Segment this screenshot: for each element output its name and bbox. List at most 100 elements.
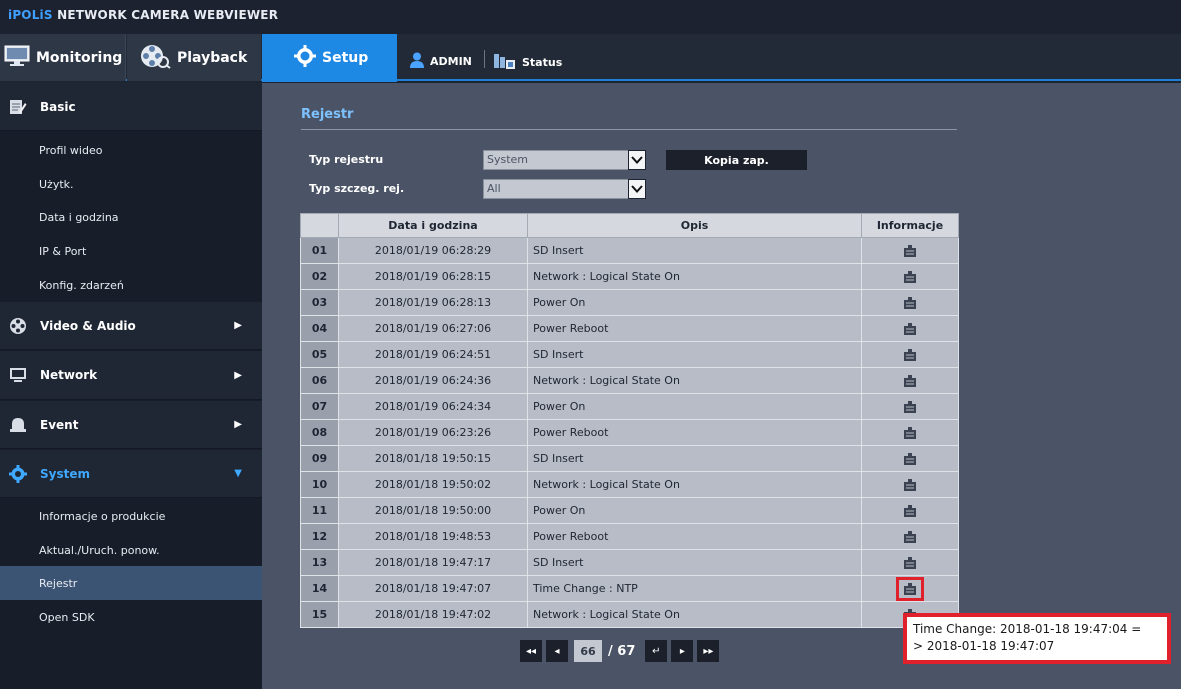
row-datetime: 2018/01/19 06:23:26 <box>338 419 528 446</box>
info-clipboard-icon[interactable] <box>903 296 917 309</box>
table-row: 10 2018/01/18 19:50:02 Network : Logical S… <box>300 471 959 498</box>
sidebar-section-network[interactable]: Network ▶ <box>0 351 262 400</box>
page-number-input[interactable]: 66 <box>574 640 602 662</box>
info-clipboard-icon[interactable] <box>903 582 917 595</box>
user-admin[interactable]: ADMIN <box>410 52 472 71</box>
row-info-cell <box>861 315 959 342</box>
row-description: Power On <box>527 497 862 524</box>
info-clipboard-icon[interactable] <box>903 504 917 517</box>
row-description: SD Insert <box>527 237 862 264</box>
row-datetime: 2018/01/18 19:47:07 <box>338 575 528 602</box>
info-clipboard-icon[interactable] <box>903 478 917 491</box>
row-datetime: 2018/01/18 19:48:53 <box>338 523 528 550</box>
table-row: 08 2018/01/19 06:23:26 Power Reboot <box>300 419 959 446</box>
info-clipboard-icon[interactable] <box>903 556 917 569</box>
monitor-icon <box>9 366 27 384</box>
last-page-button[interactable]: ▸▸ <box>697 640 720 662</box>
app-window: iPOLiS NETWORK CAMERA WEBVIEWER Monitori… <box>0 0 1181 689</box>
double-chevron-right-icon: ▸▸ <box>703 645 714 657</box>
info-clipboard-icon[interactable] <box>903 452 917 465</box>
sidebar-item-informacje-o-produkcie[interactable]: Informacje o produkcie <box>0 499 262 533</box>
row-number: 05 <box>300 341 339 368</box>
go-page-button[interactable]: ↵ <box>645 640 668 662</box>
table-row: 02 2018/01/19 06:28:15 Network : Logical S… <box>300 263 959 290</box>
info-clipboard-icon[interactable] <box>903 348 917 361</box>
first-page-button[interactable]: ◂◂ <box>520 640 542 662</box>
info-clipboard-icon[interactable] <box>903 244 917 257</box>
sidebar-section-network-label: Network <box>40 368 98 382</box>
brand-text: NETWORK CAMERA WEBVIEWER <box>52 8 279 22</box>
alarm-bell-icon <box>9 416 27 434</box>
row-description: Power Reboot <box>527 315 862 342</box>
column-header-datetime: Data i godzina <box>338 213 528 238</box>
row-description: Power Reboot <box>527 419 862 446</box>
info-clipboard-icon[interactable] <box>903 426 917 439</box>
row-description: Network : Logical State On <box>527 601 862 628</box>
tab-setup-label: Setup <box>322 50 369 66</box>
sidebar-item-open-sdk[interactable]: Open SDK <box>0 600 262 634</box>
table-row: 03 2018/01/19 06:28:13 Power On <box>300 289 959 316</box>
info-clipboard-icon[interactable] <box>903 530 917 543</box>
row-description: Power Reboot <box>527 523 862 550</box>
row-datetime: 2018/01/19 06:24:34 <box>338 393 528 420</box>
sidebar-item-profil-wideo[interactable]: Profil wideo <box>0 133 262 167</box>
sidebar-item-rejestr[interactable]: Rejestr <box>0 566 262 600</box>
detail-type-select[interactable]: All <box>483 179 646 199</box>
title-divider <box>301 129 957 130</box>
sidebar-item-aktual-uruch[interactable]: Aktual./Uruch. ponow. <box>0 533 262 567</box>
sidebar-section-basic-label: Basic <box>40 99 76 114</box>
sidebar-section-system[interactable]: System ▼ <box>0 450 262 498</box>
info-clipboard-icon[interactable] <box>903 400 917 413</box>
row-description: Power On <box>527 289 862 316</box>
tab-playback-label: Playback <box>177 49 248 66</box>
sidebar-item-ip-port[interactable]: IP & Port <box>0 234 262 268</box>
row-description: Power On <box>527 393 862 420</box>
chevron-right-icon: ▶ <box>234 320 242 331</box>
brand-title: iPOLiS NETWORK CAMERA WEBVIEWER <box>8 8 278 22</box>
info-clipboard-icon[interactable] <box>903 322 917 335</box>
info-highlight-frame[interactable] <box>896 576 924 601</box>
table-row: 14 2018/01/18 19:47:07 Time Change : NTP <box>300 575 959 602</box>
sidebar-item-uzytk[interactable]: Użytk. <box>0 167 262 201</box>
row-datetime: 2018/01/19 06:28:15 <box>338 263 528 290</box>
table-header-row: Data i godzina Opis Informacje <box>300 213 959 238</box>
row-number: 15 <box>300 601 339 628</box>
next-page-button[interactable]: ▸ <box>671 640 694 662</box>
tooltip-line-1: Time Change: 2018-01-18 19:47:04 = <box>913 622 1142 636</box>
page-title: Rejestr <box>301 107 354 122</box>
row-description: Network : Logical State On <box>527 471 862 498</box>
sidebar-section-video-audio[interactable]: Video & Audio ▶ <box>0 302 262 350</box>
tab-monitoring-label: Monitoring <box>36 49 123 66</box>
column-header-description: Opis <box>527 213 862 238</box>
row-info-cell <box>861 471 959 498</box>
log-table-body: 01 2018/01/19 06:28:29 SD Insert 02 2018/01/… <box>300 237 959 628</box>
main-nav: Monitoring Playback Setup ADMIN Status <box>0 34 1181 82</box>
row-description: Network : Logical State On <box>527 263 862 290</box>
row-number: 09 <box>300 445 339 472</box>
backup-button[interactable]: Kopia zap. <box>666 150 807 170</box>
info-clipboard-icon[interactable] <box>903 270 917 283</box>
sidebar-section-event[interactable]: Event ▶ <box>0 401 262 449</box>
row-datetime: 2018/01/19 06:27:06 <box>338 315 528 342</box>
prev-page-button[interactable]: ◂ <box>546 640 568 662</box>
enter-icon: ↵ <box>652 645 661 657</box>
row-number: 01 <box>300 237 339 264</box>
log-type-select[interactable]: System <box>483 150 646 170</box>
log-type-value: System <box>487 153 529 166</box>
film-reel-icon <box>139 43 171 73</box>
sidebar-item-data-godzina[interactable]: Data i godzina <box>0 200 262 234</box>
sidebar-item-konfig-zdarzen[interactable]: Konfig. zdarzeń <box>0 268 262 302</box>
table-row: 12 2018/01/18 19:48:53 Power Reboot <box>300 523 959 550</box>
row-datetime: 2018/01/18 19:50:00 <box>338 497 528 524</box>
tab-playback[interactable]: Playback <box>127 34 261 81</box>
tab-monitoring[interactable]: Monitoring <box>0 34 126 81</box>
gear-icon <box>9 464 27 483</box>
info-clipboard-icon[interactable] <box>903 374 917 387</box>
table-row: 13 2018/01/18 19:47:17 SD Insert <box>300 549 959 576</box>
status-link[interactable]: Status <box>494 52 562 73</box>
tab-setup[interactable]: Setup <box>262 34 397 82</box>
sidebar-section-basic[interactable]: Basic <box>0 83 262 131</box>
chevron-right-icon: ▶ <box>234 419 242 430</box>
film-reel-icon <box>9 317 27 335</box>
edit-icon <box>9 98 27 116</box>
